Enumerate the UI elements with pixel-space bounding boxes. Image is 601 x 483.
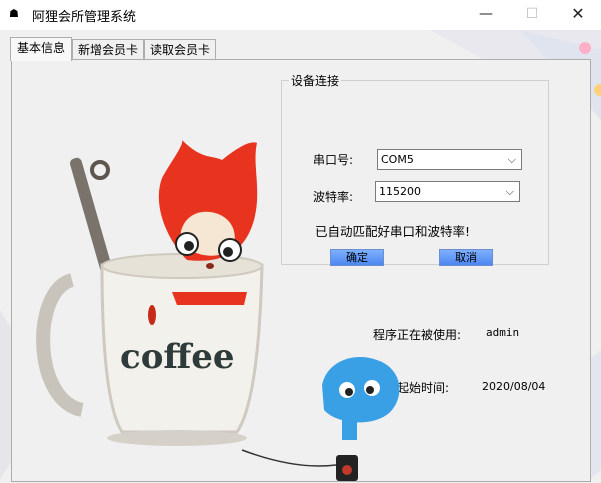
tab-basic-info[interactable]: 基本信息 (10, 37, 72, 61)
basic-info-panel: coffee 设备连接 串口号: COM5 ⌵ 波特率: 115200 ⌵ 已自… (11, 59, 591, 482)
close-button[interactable]: ✕ (555, 0, 601, 30)
title-bar: ☗ 阿狸会所管理系统 — ☐ ✕ (0, 0, 601, 30)
maximize-button[interactable]: ☐ (509, 0, 555, 30)
client-area: 基本信息 新增会员卡 读取会员卡 coffee 设备连接 串口号: COM5 ⌵… (0, 30, 601, 483)
window-title: 阿狸会所管理系统 (32, 10, 137, 25)
tab-new-card[interactable]: 新增会员卡 (72, 39, 144, 60)
svg-text:coffee: coffee (120, 337, 235, 377)
ali-coffee-illustration: coffee (36, 140, 400, 481)
tab-read-card[interactable]: 读取会员卡 (144, 39, 216, 60)
app-icon: ☗ (9, 7, 19, 20)
minimize-button[interactable]: — (463, 0, 509, 30)
